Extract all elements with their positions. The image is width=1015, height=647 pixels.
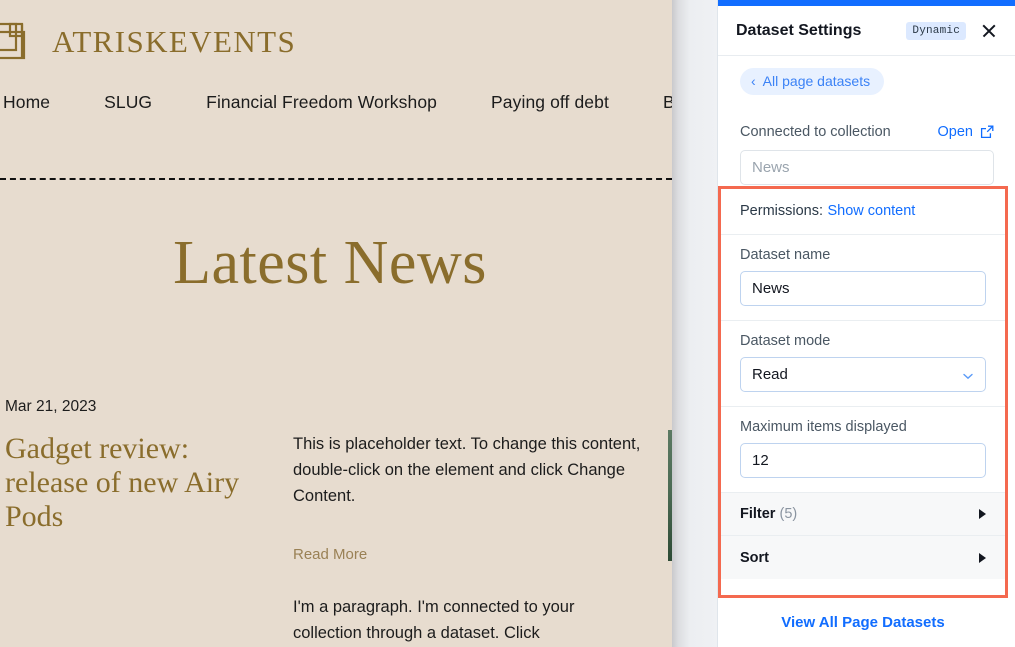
overlapping-squares-logo-icon [0,22,34,68]
filter-label: Filter (5) [740,506,979,522]
screenshot-root: ATRISKEVENTS Home SLUG Financial Freedom… [0,0,1015,647]
max-items-input[interactable]: 12 [740,443,986,478]
page-title: Latest News [173,229,487,297]
dataset-settings-panel: Dataset Settings Dynamic ‹ All page data… [717,0,1015,647]
nav-item-home[interactable]: Home [0,92,77,113]
filter-row[interactable]: Filter (5) [721,493,1005,536]
permissions-row: Permissions: Show content [721,189,1005,235]
filter-label-text: Filter [740,506,776,522]
chevron-down-icon [962,369,974,381]
max-items-section: Maximum items displayed 12 [721,407,1005,493]
nav-item-paying-off-debt[interactable]: Paying off debt [464,92,636,113]
dataset-name-label: Dataset name [740,247,831,263]
dataset-name-section: Dataset name News [721,235,1005,321]
post-secondary-text: I'm a paragraph. I'm connected to your c… [293,598,575,642]
connected-to-collection-label: Connected to collection [740,124,891,140]
chevron-left-icon: ‹ [751,72,756,89]
filter-count: (5) [779,506,798,522]
editor-gutter [672,0,717,647]
post-title[interactable]: Gadget review: release of new Airy Pods [5,432,275,535]
all-page-datasets-label: All page datasets [762,73,871,89]
connected-collection-text: News [752,159,790,176]
dataset-name-input[interactable]: News [740,271,986,306]
all-page-datasets-button[interactable]: ‹ All page datasets [740,68,885,95]
site-preview: ATRISKEVENTS Home SLUG Financial Freedom… [0,0,672,647]
post-body-text: This is placeholder text. To change this… [293,435,641,505]
read-more-link[interactable]: Read More [293,546,367,563]
open-collection-link[interactable]: Open [938,124,973,140]
dataset-mode-label: Dataset mode [740,333,831,349]
sort-label: Sort [740,549,769,566]
triangle-right-icon [979,552,986,563]
external-link-icon[interactable] [980,125,994,139]
show-content-link[interactable]: Show content [827,203,915,219]
dataset-name-value: News [752,280,790,297]
max-items-value: 12 [752,452,769,469]
dataset-mode-value: Read [752,366,788,383]
panel-title: Dataset Settings [736,21,862,39]
panel-header: Dataset Settings Dynamic [718,6,1015,56]
site-brand[interactable]: ATRISKEVENTS [52,24,296,60]
triangle-right-icon [979,509,986,519]
nav-item-financial-freedom-workshop[interactable]: Financial Freedom Workshop [179,92,464,113]
site-header: ATRISKEVENTS Home SLUG Financial Freedom… [0,0,672,180]
connected-collection-value: News [740,150,994,185]
status-badge: Dynamic [906,21,966,40]
highlighted-settings-region: Permissions: Show content Dataset name N… [718,186,1008,598]
dataset-mode-section: Dataset mode Read [721,321,1005,407]
view-all-page-datasets-link[interactable]: View All Page Datasets [718,614,1008,631]
close-icon[interactable] [980,22,998,40]
permissions-label: Permissions: [740,203,823,219]
post-date: Mar 21, 2023 [5,398,97,415]
max-items-label: Maximum items displayed [740,419,907,435]
connected-to-collection-row: Connected to collection Open [740,124,994,140]
nav-item-slug[interactable]: SLUG [77,92,179,113]
site-nav: Home SLUG Financial Freedom Workshop Pay… [0,92,672,113]
sort-row[interactable]: Sort [721,536,1005,579]
site-body: Latest News Mar 21, 2023 Gadget review: … [0,180,672,647]
dataset-mode-select[interactable]: Read [740,357,986,392]
